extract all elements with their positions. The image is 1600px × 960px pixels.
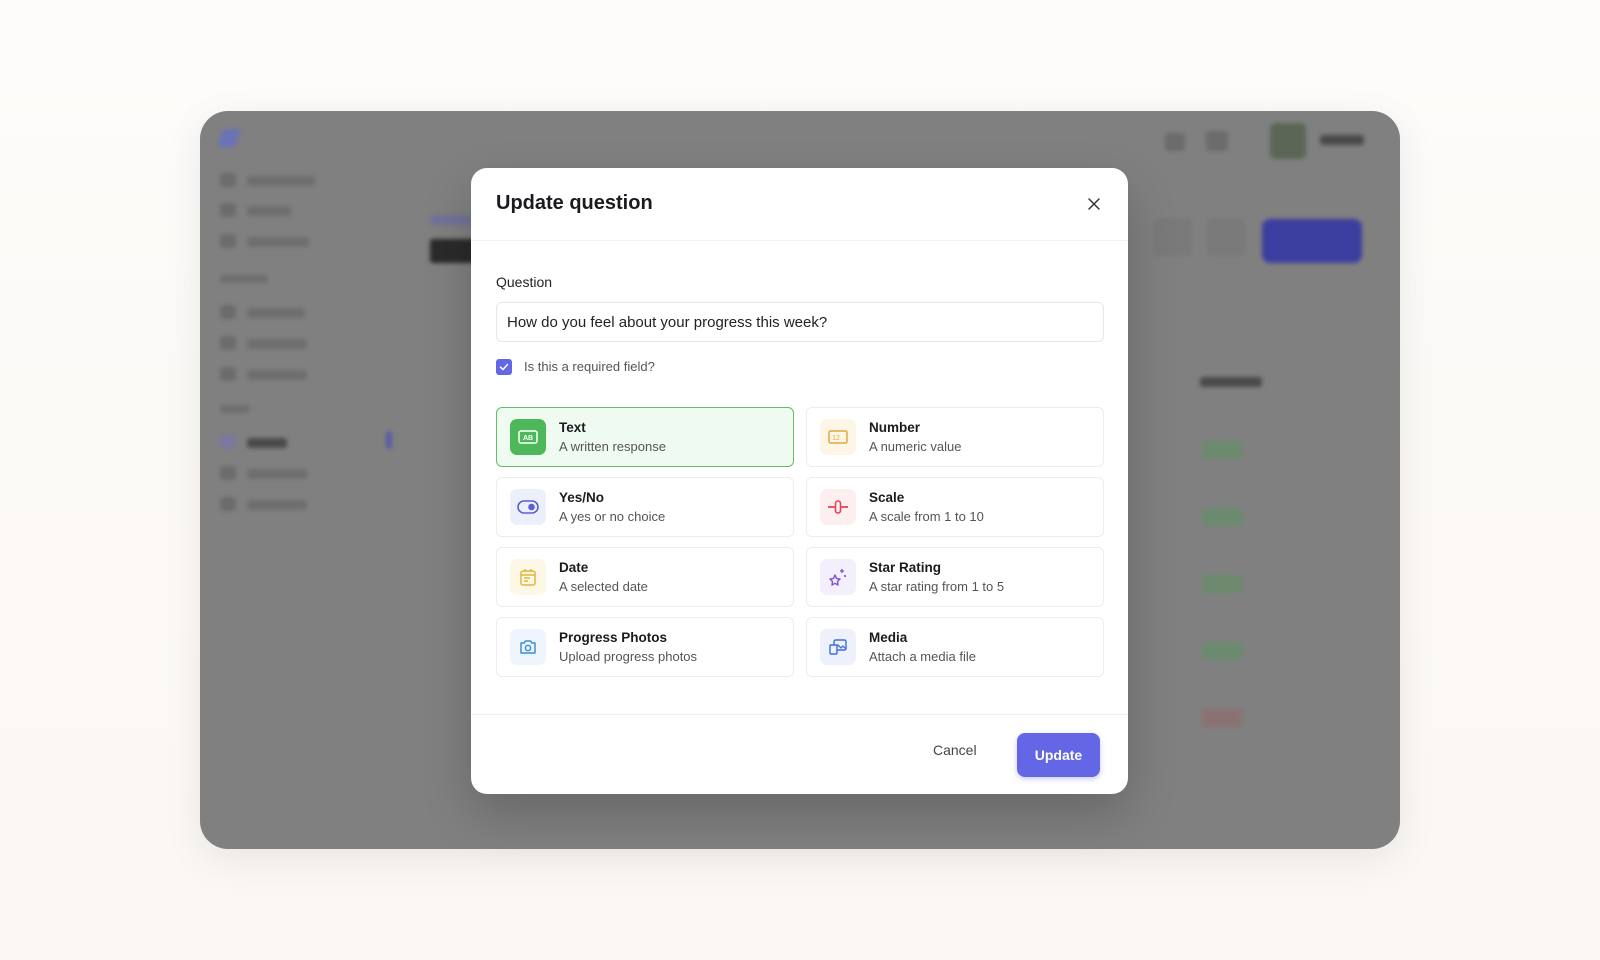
- status-badge: [1202, 709, 1242, 727]
- type-option-yes-no[interactable]: Yes/No A yes or no choice: [496, 477, 794, 537]
- modal-footer-divider: [471, 714, 1128, 715]
- type-title: Date: [559, 560, 589, 575]
- sidebar-item[interactable]: [247, 500, 307, 510]
- icon-button[interactable]: [1155, 219, 1191, 255]
- sidebar-icon: [220, 305, 236, 319]
- type-title: Media: [869, 630, 908, 645]
- type-title: Text: [559, 420, 586, 435]
- type-desc: A numeric value: [869, 439, 962, 454]
- sidebar-icon: [220, 336, 236, 350]
- sidebar-icon: [220, 367, 236, 381]
- camera-icon: [510, 629, 546, 665]
- sidebar-icon: [220, 234, 236, 248]
- required-label: Is this a required field?: [524, 359, 655, 374]
- type-option-text[interactable]: AB Text A written response: [496, 407, 794, 467]
- sidebar-item[interactable]: [247, 308, 305, 318]
- modal-header: Update question: [471, 168, 1128, 241]
- chat-icon[interactable]: [1165, 133, 1185, 151]
- primary-button[interactable]: [1262, 219, 1362, 263]
- logo-icon: [216, 129, 242, 147]
- cancel-button[interactable]: Cancel: [933, 732, 977, 768]
- question-input[interactable]: [496, 302, 1104, 342]
- type-desc: A yes or no choice: [559, 509, 666, 524]
- user-name: [1320, 135, 1364, 145]
- svg-text:AB: AB: [523, 435, 533, 442]
- type-option-date[interactable]: Date A selected date: [496, 547, 794, 607]
- type-desc: A written response: [559, 439, 666, 454]
- type-title: Progress Photos: [559, 630, 668, 645]
- type-title: Number: [869, 420, 921, 435]
- status-badge: [1202, 508, 1242, 526]
- media-gallery-icon: [820, 629, 856, 665]
- required-checkbox[interactable]: [496, 359, 512, 375]
- check-icon: [499, 363, 509, 371]
- sidebar-icon: [220, 435, 236, 449]
- sidebar-section: [220, 405, 250, 413]
- sidebar-section: [220, 275, 268, 283]
- status-badge: [1202, 441, 1242, 459]
- update-button[interactable]: Update: [1017, 733, 1100, 777]
- type-option-media[interactable]: Media Attach a media file: [806, 617, 1104, 677]
- status-badge: [1202, 642, 1242, 660]
- number-icon: 12: [820, 419, 856, 455]
- status-badge: [1202, 575, 1242, 593]
- sidebar-item[interactable]: [247, 176, 315, 186]
- type-desc: Attach a media file: [869, 649, 976, 664]
- type-desc: A scale from 1 to 10: [869, 509, 984, 524]
- avatar[interactable]: [1270, 123, 1306, 159]
- type-title: Yes/No: [559, 490, 605, 505]
- scale-slider-icon: [820, 489, 856, 525]
- column-header: [1200, 377, 1262, 387]
- sidebar-icon: [220, 203, 236, 217]
- sparkle-star-icon: [820, 559, 856, 595]
- bell-icon[interactable]: [1206, 131, 1228, 151]
- sidebar-item[interactable]: [247, 339, 307, 349]
- calendar-icon: [510, 559, 546, 595]
- type-title: Scale: [869, 490, 905, 505]
- type-title: Star Rating: [869, 560, 942, 575]
- question-type-grid: AB Text A written response 12 Number A num…: [496, 407, 1104, 677]
- sidebar-icon: [220, 466, 236, 480]
- type-desc: Upload progress photos: [559, 649, 698, 664]
- update-question-modal: Update question Question Is this a requi…: [471, 168, 1128, 794]
- sidebar-icon: [220, 173, 236, 187]
- type-option-number[interactable]: 12 Number A numeric value: [806, 407, 1104, 467]
- type-option-star-rating[interactable]: Star Rating A star rating from 1 to 5: [806, 547, 1104, 607]
- active-indicator: [386, 431, 392, 449]
- sidebar-icon: [220, 497, 236, 511]
- sidebar-item-active[interactable]: [247, 438, 287, 448]
- toggle-icon: [510, 489, 546, 525]
- type-desc: A star rating from 1 to 5: [869, 579, 1005, 594]
- svg-text:12: 12: [832, 435, 840, 442]
- sidebar-item[interactable]: [247, 237, 309, 247]
- question-label: Question: [496, 274, 553, 290]
- sidebar-item[interactable]: [247, 370, 307, 380]
- sidebar-item[interactable]: [247, 469, 307, 479]
- close-icon[interactable]: [1084, 194, 1104, 214]
- icon-button[interactable]: [1208, 219, 1244, 255]
- type-desc: A selected date: [559, 579, 648, 594]
- text-ab-icon: AB: [510, 419, 546, 455]
- type-option-progress-photos[interactable]: Progress Photos Upload progress photos: [496, 617, 794, 677]
- modal-title: Update question: [496, 192, 653, 214]
- sidebar-item[interactable]: [247, 206, 291, 216]
- type-option-scale[interactable]: Scale A scale from 1 to 10: [806, 477, 1104, 537]
